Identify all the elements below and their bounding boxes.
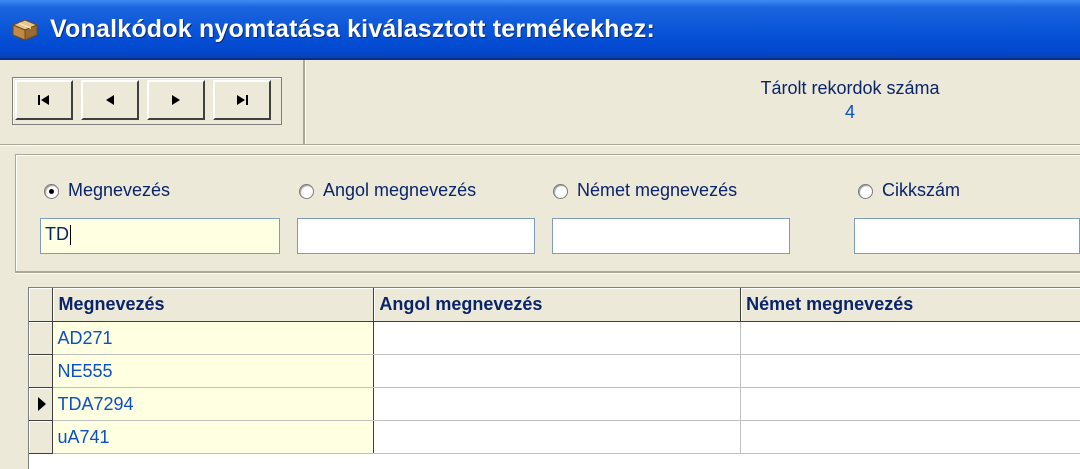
grid-header-row: Megnevezés Angol megnevezés Német megnev… xyxy=(29,288,1080,322)
column-header-megnevezes[interactable]: Megnevezés xyxy=(52,288,375,322)
table-row-current[interactable]: TDA7294 xyxy=(29,387,1080,421)
cell-megnevezes[interactable]: AD271 xyxy=(52,321,375,355)
cell-nemet[interactable] xyxy=(740,321,1080,355)
megnevezes-search-value: TD xyxy=(45,224,69,244)
nemet-search-input[interactable] xyxy=(552,218,790,254)
current-row-arrow-icon xyxy=(38,397,46,411)
last-icon xyxy=(237,95,248,105)
radio-checked-icon xyxy=(44,184,59,199)
radio-nemet-label: Német megnevezés xyxy=(577,180,738,200)
row-indicator[interactable] xyxy=(29,321,54,355)
column-header-nemet[interactable]: Német megnevezés xyxy=(740,288,1080,322)
radio-unchecked-icon xyxy=(299,184,314,199)
last-record-button[interactable] xyxy=(213,80,271,120)
cell-megnevezes[interactable]: NE555 xyxy=(52,354,375,388)
table-row[interactable]: AD271 xyxy=(29,321,1080,355)
megnevezes-search-input[interactable]: TD xyxy=(40,218,280,254)
cell-angol[interactable] xyxy=(373,387,742,421)
cell-angol[interactable] xyxy=(373,354,742,388)
radio-cikkszam-label: Cikkszám xyxy=(882,180,961,200)
radio-unchecked-icon xyxy=(553,184,568,199)
product-grid[interactable]: Megnevezés Angol megnevezés Német megnev… xyxy=(28,287,1080,469)
cell-nemet[interactable] xyxy=(740,354,1080,388)
window-title: Vonalkódok nyomtatása kiválasztott termé… xyxy=(50,15,655,43)
cell-angol[interactable] xyxy=(373,321,742,355)
row-indicator[interactable] xyxy=(29,420,54,454)
first-icon xyxy=(38,95,49,105)
box-icon xyxy=(12,19,38,41)
filter-panel xyxy=(15,154,1080,272)
table-row[interactable]: uA741 xyxy=(29,420,1080,454)
radio-angol-label: Angol megnevezés xyxy=(323,180,477,200)
radio-unchecked-icon xyxy=(858,184,873,199)
navigator-separator xyxy=(303,60,306,144)
cell-angol[interactable] xyxy=(373,420,742,454)
cell-nemet[interactable] xyxy=(740,420,1080,454)
cikkszam-search-input[interactable] xyxy=(854,218,1080,254)
record-navigator xyxy=(12,77,282,125)
cell-megnevezes[interactable]: uA741 xyxy=(52,420,375,454)
prev-record-button[interactable] xyxy=(81,80,139,120)
table-row[interactable]: NE555 xyxy=(29,354,1080,388)
row-indicator[interactable] xyxy=(29,354,54,388)
title-bar: Vonalkódok nyomtatása kiválasztott termé… xyxy=(0,0,1080,60)
radio-megnevezes-label: Megnevezés xyxy=(68,180,171,200)
next-record-button[interactable] xyxy=(147,80,205,120)
prev-icon xyxy=(106,95,114,105)
row-indicator-header xyxy=(29,288,54,322)
column-header-angol[interactable]: Angol megnevezés xyxy=(373,288,742,322)
row-indicator[interactable] xyxy=(29,387,54,421)
section-divider xyxy=(15,271,1080,274)
record-count-value: 4 xyxy=(844,102,855,122)
cell-nemet[interactable] xyxy=(740,387,1080,421)
record-count-label: Tárolt rekordok száma xyxy=(760,78,940,98)
cell-megnevezes[interactable]: TDA7294 xyxy=(52,387,375,421)
next-icon xyxy=(172,95,180,105)
text-cursor xyxy=(70,225,71,246)
first-record-button[interactable] xyxy=(15,80,73,120)
angol-search-input[interactable] xyxy=(297,218,535,254)
